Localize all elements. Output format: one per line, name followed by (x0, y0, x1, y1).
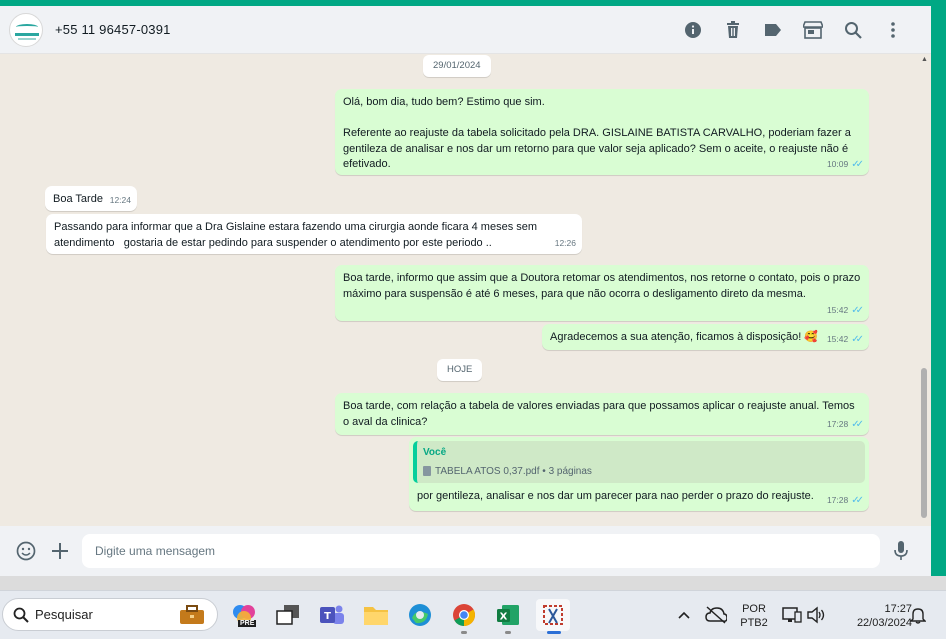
clock[interactable]: 17:27 22/03/2024 (832, 602, 912, 630)
keyboard-layout: PTB2 (740, 617, 768, 629)
quoted-file-name: TABELA ATOS 0,37.pdf • 3 páginas (435, 465, 592, 477)
message-meta: 15:42 ✓✓ (826, 303, 864, 319)
clock-date: 22/03/2024 (856, 617, 912, 629)
teams-icon[interactable]: T (318, 601, 346, 629)
message-input[interactable] (82, 534, 880, 568)
message-text: por gentileza, analisar e nos dar um par… (417, 490, 814, 502)
chrome-running-indicator (461, 631, 467, 634)
read-ticks-icon: ✓✓ (851, 158, 864, 170)
read-ticks-icon: ✓✓ (851, 333, 864, 345)
read-ticks-icon: ✓✓ (851, 494, 864, 506)
chrome-icon[interactable] (450, 601, 478, 629)
message-incoming[interactable]: Boa Tarde 12:24 (45, 186, 137, 211)
active-app-indicator (547, 631, 561, 634)
message-time: 12:26 (554, 237, 576, 248)
logo-sub-mark (18, 37, 36, 40)
message-text: Olá, bom dia, tudo bem? Estimo que sim. … (343, 96, 851, 170)
taskbar-search-label: Pesquisar (35, 607, 93, 622)
message-meta: 12:24 (110, 193, 131, 209)
message-outgoing[interactable]: Olá, bom dia, tudo bem? Estimo que sim. … (335, 89, 869, 175)
store-icon[interactable] (793, 10, 833, 50)
message-time: 17:28 (826, 494, 849, 505)
edge-icon[interactable] (406, 601, 434, 629)
read-ticks-icon: ✓✓ (851, 304, 864, 316)
message-time: 12:24 (109, 194, 131, 205)
scroll-up-arrow-icon[interactable]: ▲ (920, 56, 929, 64)
preview-badge: PRE (238, 620, 257, 627)
cloud-offline-icon[interactable] (702, 601, 730, 629)
read-ticks-icon: ✓✓ (851, 418, 864, 430)
date-separator: 29/01/2024 (423, 55, 491, 77)
date-separator: HOJE (437, 359, 483, 381)
chat-scrollbar[interactable] (921, 368, 927, 518)
message-text: Passando para informar que a Dra Gislain… (54, 221, 541, 249)
quoted-message[interactable]: Você TABELA ATOS 0,37.pdf • 3 páginas (413, 441, 865, 483)
header-actions (673, 6, 913, 54)
quoted-file: TABELA ATOS 0,37.pdf • 3 páginas (423, 464, 859, 480)
emoji-icon[interactable] (15, 540, 37, 562)
message-time: 15:42 (826, 333, 849, 344)
message-meta: 12:26 (555, 236, 576, 252)
notification-bell-icon[interactable] (904, 601, 932, 629)
svg-text:X: X (500, 612, 508, 623)
microphone-icon[interactable] (890, 540, 912, 562)
message-list: 29/01/2024 Olá, bom dia, tudo bem? Estim… (0, 54, 931, 526)
language-code: POR (742, 603, 766, 615)
chevron-up-icon[interactable] (670, 601, 698, 629)
message-time: 17:28 (826, 418, 849, 429)
task-view-icon[interactable] (274, 601, 302, 629)
message-text: Boa tarde, informo que assim que a Douto… (343, 272, 864, 300)
message-outgoing[interactable]: Agradecemos a sua atenção, ficamos à dis… (542, 324, 869, 350)
search-icon[interactable] (833, 10, 873, 50)
message-outgoing-reply[interactable]: Você TABELA ATOS 0,37.pdf • 3 páginas po… (409, 437, 869, 511)
volume-icon[interactable] (802, 601, 830, 629)
message-meta: 17:28 ✓✓ (826, 493, 864, 509)
window-right-accent (931, 6, 946, 576)
taskbar-search[interactable]: Pesquisar (2, 598, 218, 631)
search-icon (13, 607, 29, 623)
snipping-tool-icon[interactable] (536, 599, 570, 631)
label-icon[interactable] (753, 10, 793, 50)
chat-header: +55 11 96457-0391 (0, 6, 931, 54)
message-meta: 10:09 ✓✓ (826, 157, 864, 173)
message-outgoing[interactable]: Boa tarde, informo que assim que a Douto… (335, 265, 869, 321)
message-outgoing[interactable]: Boa tarde, com relação a tabela de valor… (335, 393, 869, 435)
file-explorer-icon[interactable] (362, 601, 390, 629)
excel-running-indicator (505, 631, 511, 634)
whatsapp-window: +55 11 96457-0391 29/01/2024 Olá, bom di… (0, 6, 931, 576)
attach-plus-icon[interactable] (49, 540, 71, 562)
excel-icon[interactable]: X (494, 601, 522, 629)
copilot-icon[interactable]: PRE (230, 601, 258, 629)
contact-avatar[interactable] (9, 12, 43, 47)
document-icon (423, 466, 431, 477)
menu-icon[interactable] (873, 10, 913, 50)
message-meta: 15:42 ✓✓ (826, 332, 864, 348)
message-time: 10:09 (826, 158, 849, 169)
message-text: Agradecemos a sua atenção, ficamos à dis… (550, 331, 819, 343)
info-icon[interactable] (673, 10, 713, 50)
svg-text:T: T (324, 611, 331, 622)
message-time: 15:42 (826, 304, 849, 315)
message-meta: 17:28 ✓✓ (826, 417, 864, 433)
trash-icon[interactable] (713, 10, 753, 50)
logo-mark (15, 32, 39, 36)
message-text: Boa tarde, com relação a tabela de valor… (343, 400, 858, 428)
clock-time: 17:27 (884, 603, 912, 615)
contact-name[interactable]: +55 11 96457-0391 (55, 22, 171, 37)
message-composer (0, 526, 931, 576)
message-incoming[interactable]: Passando para informar que a Dra Gislain… (46, 214, 582, 254)
quoted-author: Você (423, 447, 447, 458)
briefcase-icon (180, 605, 204, 624)
windows-taskbar: Pesquisar PRE T X POR PTB2 17:27 22/03/2… (0, 590, 946, 639)
input-language[interactable]: POR PTB2 (734, 602, 774, 630)
logo-wave (16, 23, 38, 30)
